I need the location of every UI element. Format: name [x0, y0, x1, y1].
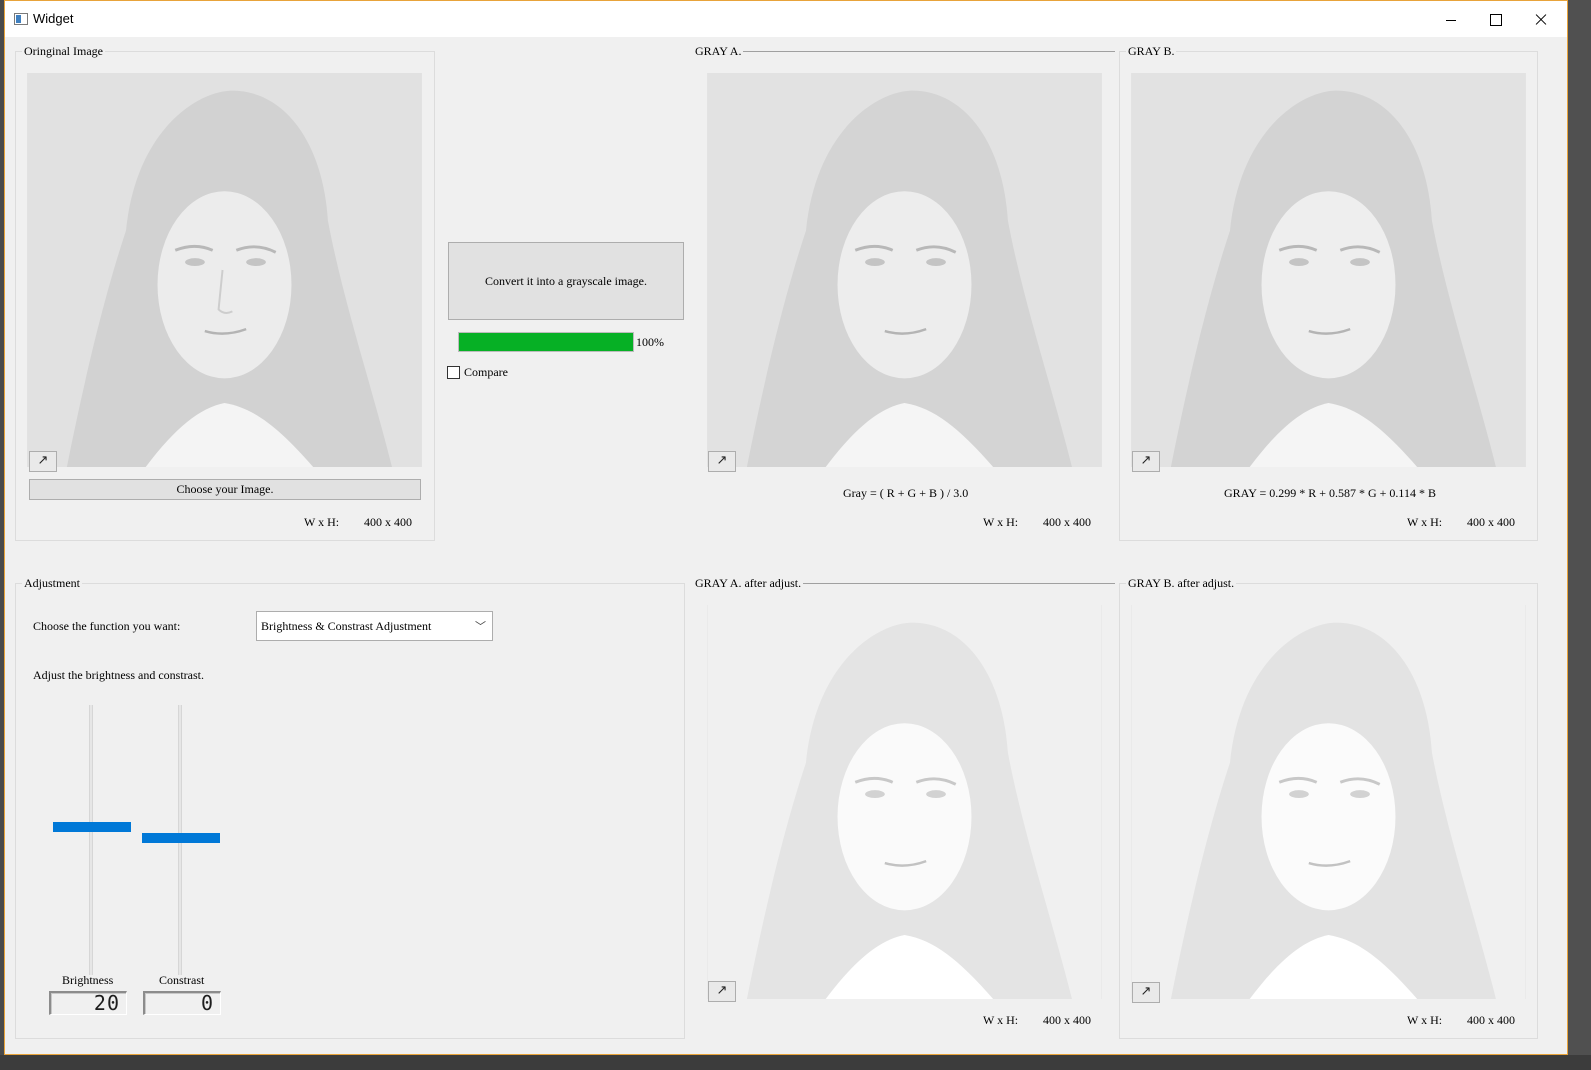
convert-progress-bar [458, 332, 634, 352]
brightness-label: Brightness [62, 973, 114, 987]
gray-a-adjusted-wh-value: 400 x 400 [1043, 1013, 1091, 1027]
gray-b-adjusted-group-title: GRAY B. after adjust. [1126, 576, 1237, 591]
gray-a-wh-value: 400 x 400 [1043, 515, 1091, 529]
window-title: Widget [33, 11, 74, 26]
contrast-lcd: 0 [143, 991, 221, 1015]
choose-function-label: Choose the function you want: [33, 619, 181, 633]
background-desktop-bottom [0, 1055, 1591, 1070]
portrait-image [1131, 605, 1526, 999]
original-wh-value: 400 x 400 [364, 515, 412, 529]
gray-a-wh-label: W x H: [983, 515, 1019, 529]
gray-b-group-title: GRAY B. [1126, 44, 1177, 59]
widget-window: Widget Oringinal Image ↗ Choose your Ima… [4, 0, 1568, 1055]
brightness-lcd: 20 [49, 991, 127, 1015]
chevron-down-icon: ﹀ [475, 620, 486, 633]
original-expand-button[interactable]: ↗ [29, 451, 57, 472]
contrast-slider-handle[interactable] [142, 833, 220, 843]
progress-fill [459, 333, 633, 351]
title-bar[interactable]: Widget [5, 1, 1567, 37]
gray-b-formula: GRAY = 0.299 * R + 0.587 * G + 0.114 * B [1224, 486, 1436, 500]
original-wh-label: W x H: [304, 515, 340, 529]
gray-a-adjusted-wh-label: W x H: [983, 1013, 1019, 1027]
gray-b-wh-label: W x H: [1407, 515, 1443, 529]
gray-a-adjusted-expand-button[interactable]: ↗ [708, 981, 736, 1002]
compare-label[interactable]: Compare [464, 365, 508, 380]
expand-arrow-icon: ↗ [1140, 453, 1152, 468]
brightness-slider-track[interactable] [89, 705, 93, 975]
close-button[interactable] [1519, 1, 1563, 37]
app-icon [14, 13, 28, 25]
function-select-value: Brightness & Constrast Adjustment [261, 619, 432, 633]
gray-a-formula: Gray = ( R + G + B ) / 3.0 [843, 486, 969, 500]
gray-b-adjusted-image [1131, 605, 1526, 999]
maximize-button[interactable] [1474, 1, 1518, 37]
portrait-image [1131, 73, 1526, 467]
portrait-image [707, 605, 1102, 999]
function-select[interactable]: Brightness & Constrast Adjustment ﹀ [256, 611, 493, 641]
expand-arrow-icon: ↗ [1140, 984, 1152, 999]
gray-a-image [707, 73, 1102, 467]
expand-arrow-icon: ↗ [37, 453, 49, 468]
gray-a-group-title: GRAY A. [693, 44, 744, 59]
convert-grayscale-button[interactable]: Convert it into a grayscale image. [448, 242, 684, 320]
original-image-group-title: Oringinal Image [22, 44, 105, 59]
gray-b-adjusted-wh-label: W x H: [1407, 1013, 1443, 1027]
gray-a-expand-button[interactable]: ↗ [708, 451, 736, 472]
original-image [27, 73, 422, 467]
choose-image-button[interactable]: Choose your Image. [29, 479, 421, 500]
contrast-label: Constrast [159, 973, 205, 987]
gray-b-adjusted-expand-button[interactable]: ↗ [1132, 982, 1160, 1003]
gray-a-adjusted-group-title: GRAY A. after adjust. [693, 576, 804, 591]
adjust-instruction: Adjust the brightness and constrast. [33, 668, 204, 682]
adjustment-group: Adjustment [15, 576, 685, 1039]
compare-checkbox[interactable] [447, 366, 460, 379]
brightness-slider-handle[interactable] [53, 822, 131, 832]
gray-b-expand-button[interactable]: ↗ [1132, 451, 1160, 472]
gray-a-adjusted-image [707, 605, 1102, 999]
background-desktop-right [1568, 0, 1591, 1070]
expand-arrow-icon: ↗ [716, 983, 728, 998]
minimize-button[interactable] [1430, 1, 1474, 37]
portrait-image [27, 73, 422, 467]
progress-text: 100% [636, 335, 664, 349]
gray-b-image [1131, 73, 1526, 467]
gray-b-adjusted-wh-value: 400 x 400 [1467, 1013, 1515, 1027]
expand-arrow-icon: ↗ [716, 453, 728, 468]
gray-b-wh-value: 400 x 400 [1467, 515, 1515, 529]
adjustment-group-title: Adjustment [22, 576, 82, 591]
portrait-image [707, 73, 1102, 467]
